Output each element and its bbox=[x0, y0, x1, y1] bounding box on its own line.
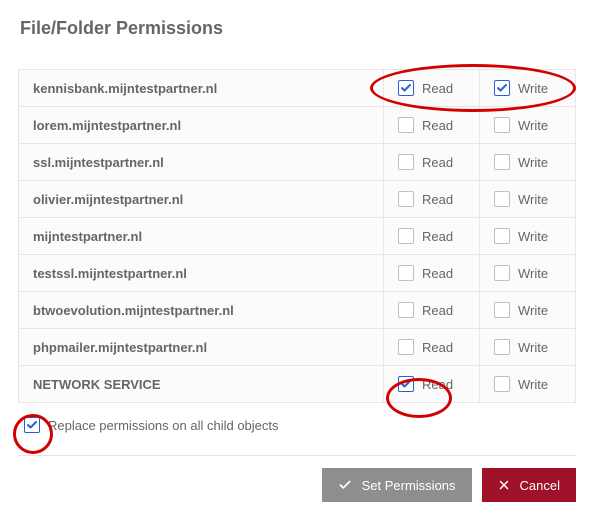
row-name: lorem.mijntestpartner.nl bbox=[19, 107, 384, 144]
table-row: lorem.mijntestpartner.nl Read Write bbox=[19, 107, 576, 144]
write-checkbox[interactable] bbox=[494, 80, 510, 96]
row-name: phpmailer.mijntestpartner.nl bbox=[19, 329, 384, 366]
permissions-dialog: File/Folder Permissions kennisbank.mijnt… bbox=[0, 0, 594, 516]
table-row: olivier.mijntestpartner.nl Read Write bbox=[19, 181, 576, 218]
row-name: NETWORK SERVICE bbox=[19, 366, 384, 403]
set-permissions-label: Set Permissions bbox=[362, 478, 456, 493]
table-row: mijntestpartner.nl Read Write bbox=[19, 218, 576, 255]
check-icon bbox=[338, 478, 352, 492]
replace-children-option[interactable]: Replace permissions on all child objects bbox=[24, 417, 576, 433]
row-name: mijntestpartner.nl bbox=[19, 218, 384, 255]
cancel-label: Cancel bbox=[520, 478, 560, 493]
table-row: NETWORK SERVICE Read Write bbox=[19, 366, 576, 403]
read-label: Read bbox=[422, 377, 453, 392]
read-checkbox[interactable] bbox=[398, 154, 414, 170]
cancel-button[interactable]: Cancel bbox=[482, 468, 576, 502]
read-label: Read bbox=[422, 229, 453, 244]
read-label: Read bbox=[422, 81, 453, 96]
write-label: Write bbox=[518, 118, 548, 133]
table-row: kennisbank.mijntestpartner.nl Read Write bbox=[19, 70, 576, 107]
read-checkbox[interactable] bbox=[398, 191, 414, 207]
read-label: Read bbox=[422, 340, 453, 355]
table-row: btwoevolution.mijntestpartner.nl Read Writ… bbox=[19, 292, 576, 329]
permissions-table: kennisbank.mijntestpartner.nlReadWritelo… bbox=[18, 69, 576, 403]
read-label: Read bbox=[422, 192, 453, 207]
replace-children-label: Replace permissions on all child objects bbox=[48, 418, 279, 433]
row-name: testssl.mijntestpartner.nl bbox=[19, 255, 384, 292]
dialog-footer: Set Permissions Cancel bbox=[18, 455, 576, 502]
dialog-title: File/Folder Permissions bbox=[20, 18, 576, 39]
write-label: Write bbox=[518, 340, 548, 355]
read-checkbox[interactable] bbox=[398, 228, 414, 244]
write-checkbox[interactable] bbox=[494, 376, 510, 392]
row-name: ssl.mijntestpartner.nl bbox=[19, 144, 384, 181]
write-checkbox[interactable] bbox=[494, 228, 510, 244]
read-label: Read bbox=[422, 303, 453, 318]
write-label: Write bbox=[518, 81, 548, 96]
write-label: Write bbox=[518, 192, 548, 207]
table-row: testssl.mijntestpartner.nl Read Write bbox=[19, 255, 576, 292]
set-permissions-button[interactable]: Set Permissions bbox=[322, 468, 472, 502]
write-checkbox[interactable] bbox=[494, 302, 510, 318]
row-name: kennisbank.mijntestpartner.nl bbox=[19, 70, 384, 107]
read-label: Read bbox=[422, 266, 453, 281]
write-checkbox[interactable] bbox=[494, 191, 510, 207]
write-checkbox[interactable] bbox=[494, 117, 510, 133]
write-checkbox[interactable] bbox=[494, 265, 510, 281]
write-checkbox[interactable] bbox=[494, 154, 510, 170]
write-label: Write bbox=[518, 266, 548, 281]
read-label: Read bbox=[422, 118, 453, 133]
read-checkbox[interactable] bbox=[398, 376, 414, 392]
table-row: ssl.mijntestpartner.nl Read Write bbox=[19, 144, 576, 181]
write-label: Write bbox=[518, 303, 548, 318]
row-name: btwoevolution.mijntestpartner.nl bbox=[19, 292, 384, 329]
write-label: Write bbox=[518, 229, 548, 244]
write-label: Write bbox=[518, 377, 548, 392]
row-name: olivier.mijntestpartner.nl bbox=[19, 181, 384, 218]
replace-children-checkbox[interactable] bbox=[24, 417, 40, 433]
read-checkbox[interactable] bbox=[398, 302, 414, 318]
close-icon bbox=[498, 479, 510, 491]
read-checkbox[interactable] bbox=[398, 339, 414, 355]
write-checkbox[interactable] bbox=[494, 339, 510, 355]
read-checkbox[interactable] bbox=[398, 80, 414, 96]
read-checkbox[interactable] bbox=[398, 265, 414, 281]
read-checkbox[interactable] bbox=[398, 117, 414, 133]
write-label: Write bbox=[518, 155, 548, 170]
read-label: Read bbox=[422, 155, 453, 170]
table-row: phpmailer.mijntestpartner.nl Read Write bbox=[19, 329, 576, 366]
